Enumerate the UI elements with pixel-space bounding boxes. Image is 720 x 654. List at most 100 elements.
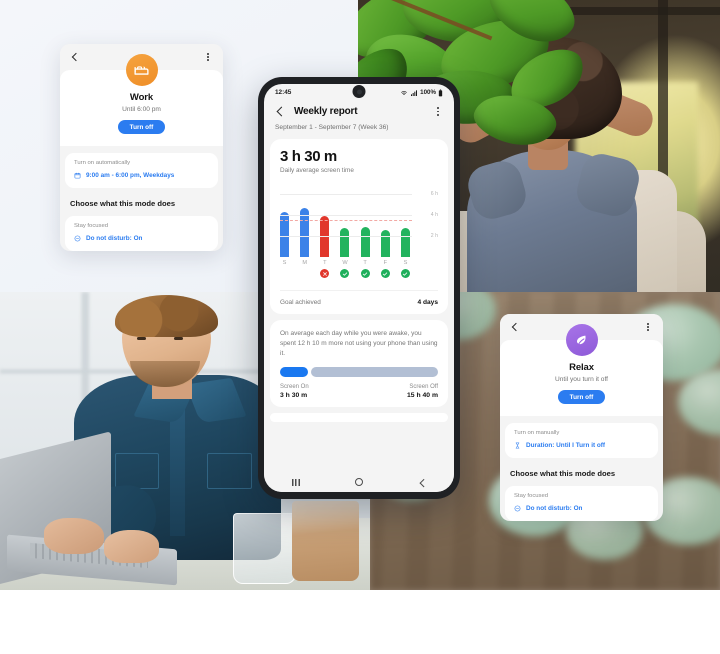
chart-badge-slot <box>380 269 390 278</box>
front-camera-notch <box>352 85 366 98</box>
chart-x-labels: SMTWTFS <box>280 260 438 266</box>
app-bar: Weekly report <box>264 101 454 119</box>
relax-schedule-section[interactable]: Turn on manually Duration: Until I Turn … <box>505 423 658 458</box>
work-schedule-row[interactable]: 9:00 am - 6:00 pm, Weekdays <box>74 172 209 179</box>
work-schedule-section[interactable]: Turn on automatically 9:00 am - 6:00 pm,… <box>65 153 218 188</box>
relax-card-gap <box>500 416 663 423</box>
chart-badge-slot <box>360 269 370 278</box>
chart-gridline <box>280 235 412 237</box>
focus-person-eye-right <box>173 336 183 340</box>
kebab-menu-icon[interactable] <box>643 322 653 333</box>
chart-x-tick-label: T <box>323 260 327 266</box>
relax-section-heading: Choose what this mode does <box>510 469 616 478</box>
chart-x-tick-label: S <box>282 260 287 266</box>
daily-average-value: 3 h 30 m <box>280 148 438 165</box>
phone-device: 12:45 100% Weekly report September 1 - S… <box>258 77 460 499</box>
home-icon[interactable] <box>355 478 364 486</box>
chart-bar <box>380 229 390 257</box>
chart-x-tick-label: W <box>342 260 348 266</box>
system-nav-bar <box>264 472 454 492</box>
phone-screen: 12:45 100% Weekly report September 1 - S… <box>264 84 454 492</box>
work-turn-off-button[interactable]: Turn off <box>117 120 166 134</box>
work-dnd-row[interactable]: Do not disturb: On <box>74 235 209 242</box>
date-range-label: September 1 - September 7 (Week 36) <box>275 124 389 131</box>
back-chevron-icon[interactable] <box>70 53 79 62</box>
chart-bar <box>400 227 410 257</box>
battery-full-icon <box>438 89 443 96</box>
usage-insight-card: On average each day while you were awake… <box>270 320 448 407</box>
next-card-peek <box>270 412 448 422</box>
relax-mode-subtitle: Until you turn it off <box>554 376 609 383</box>
chart-bar <box>340 228 350 257</box>
focus-shirt-pocket-right <box>207 452 252 489</box>
relax-mode-hero: Relax Until you turn it off Turn off <box>500 324 663 416</box>
wifi-icon <box>401 90 407 95</box>
screen-on-value: 3 h 30 m <box>280 391 308 399</box>
chart-badge-slot <box>280 269 289 278</box>
recents-icon[interactable] <box>291 478 300 486</box>
relax-turn-off-button[interactable]: Turn off <box>557 390 606 404</box>
goal-met-check-icon <box>380 269 390 278</box>
insight-text: On average each day while you were awake… <box>280 330 438 358</box>
back-chevron-icon[interactable] <box>275 106 286 117</box>
screen-off-label: Screen Off <box>409 384 438 391</box>
relax-schedule-label: Turn on manually <box>514 430 560 436</box>
chart-x-tick-label: S <box>403 260 408 266</box>
work-options-label: Stay focused <box>74 223 109 229</box>
work-options-section[interactable]: Stay focused Do not disturb: On <box>65 216 218 251</box>
relax-dnd-value: Do not disturb: On <box>526 505 583 512</box>
work-section-heading: Choose what this mode does <box>70 199 176 208</box>
chart-x-tick-label: F <box>383 260 387 266</box>
chart-gridline <box>280 193 412 195</box>
report-scroll-area[interactable]: 3 h 30 m Daily average screen time 6 h 4 … <box>264 139 454 472</box>
goal-met-check-icon <box>360 269 370 278</box>
status-time: 12:45 <box>275 89 292 96</box>
relax-dnd-row[interactable]: Do not disturb: On <box>514 505 649 512</box>
goal-achieved-value: 4 days <box>417 299 438 306</box>
chart-gridline <box>280 214 412 216</box>
work-mode-subtitle: Until 6:00 pm <box>122 106 161 113</box>
work-dnd-value: Do not disturb: On <box>86 235 143 242</box>
bottom-white-strip <box>0 590 720 654</box>
leaf-icon <box>565 324 598 356</box>
chart-y-tick-label: 6 h <box>430 190 438 197</box>
kebab-menu-icon[interactable] <box>203 52 213 63</box>
chart-y-tick-label: 2 h <box>430 232 438 239</box>
work-mode-hero: Work Until 6:00 pm Turn off <box>60 54 223 146</box>
goal-missed-x-icon <box>320 269 330 278</box>
screen-on-off-legend: Screen On 3 h 30 m Screen Off 15 h 40 m <box>280 384 438 399</box>
chart-x-tick-label: M <box>302 260 307 266</box>
focus-person-eye-left <box>136 336 146 340</box>
chart-bar <box>360 227 370 257</box>
work-card-gap <box>60 146 223 153</box>
relax-options-label: Stay focused <box>514 493 549 499</box>
focus-person-hand-left <box>44 518 104 555</box>
focus-person-hand-right <box>103 530 160 564</box>
daily-average-caption: Daily average screen time <box>280 167 354 174</box>
work-mode-card: Work Until 6:00 pm Turn off Turn on auto… <box>60 44 223 251</box>
relax-mode-title: Relax <box>569 362 594 373</box>
coffee-cup <box>292 500 359 582</box>
kebab-menu-icon[interactable] <box>433 106 443 117</box>
page-title: Weekly report <box>294 106 358 117</box>
back-icon[interactable] <box>419 479 426 486</box>
work-mode-title: Work <box>129 92 154 103</box>
relax-options-section[interactable]: Stay focused Do not disturb: On <box>505 486 658 521</box>
back-chevron-icon[interactable] <box>510 323 519 332</box>
do-not-disturb-icon <box>514 505 521 512</box>
screen-on-block: Screen On 3 h 30 m <box>280 384 309 399</box>
weekly-screen-time-chart: 6 h 4 h 2 h <box>280 183 438 257</box>
goal-badge-empty <box>280 269 289 278</box>
battery-percent: 100% <box>420 89 436 96</box>
do-not-disturb-icon <box>74 235 81 242</box>
water-glass <box>233 512 296 585</box>
chart-x-tick-label: T <box>363 260 367 266</box>
relax-duration-value: Duration: Until I Turn it off <box>526 442 606 449</box>
screenshot-stage: Work Until 6:00 pm Turn off Turn on auto… <box>0 0 720 654</box>
relax-duration-row[interactable]: Duration: Until I Turn it off <box>514 442 649 449</box>
goal-badge-empty <box>300 269 309 278</box>
screen-on-label: Screen On <box>280 384 309 391</box>
relax-mode-card: Relax Until you turn it off Turn off Tur… <box>500 314 663 521</box>
work-schedule-label: Turn on automatically <box>74 160 131 166</box>
work-schedule-value: 9:00 am - 6:00 pm, Weekdays <box>86 172 175 179</box>
